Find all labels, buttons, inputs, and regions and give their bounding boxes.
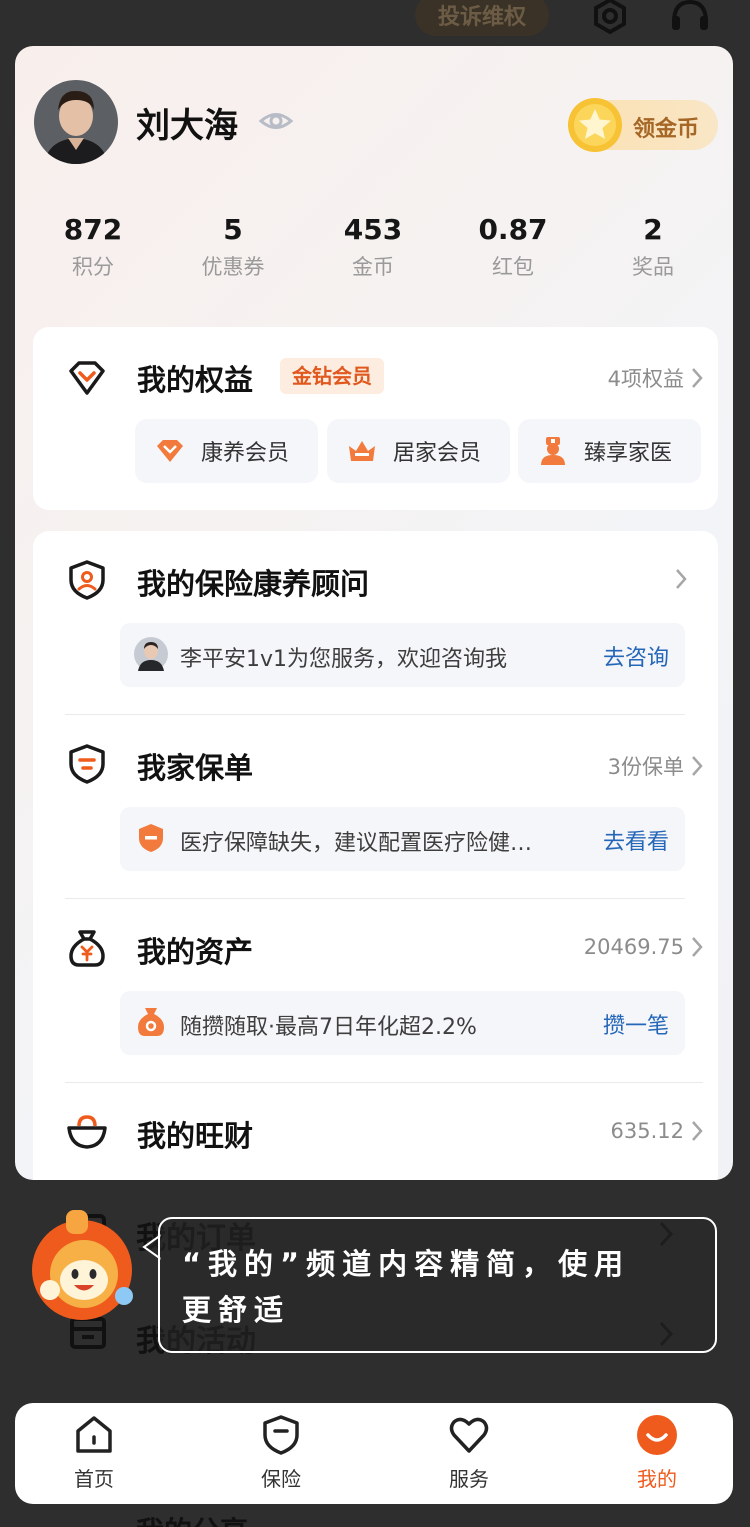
gold-ingot-icon (67, 1115, 107, 1149)
tab-insurance[interactable]: 保险 (221, 1413, 341, 1492)
stat-label: 奖品 (632, 255, 674, 279)
chevron-right-icon (692, 756, 703, 776)
stat-coupons[interactable]: 5 优惠券 (163, 211, 303, 281)
benefit-home[interactable]: 居家会员 (327, 419, 510, 483)
wangcai-amount: 635.12 (610, 1119, 684, 1143)
assets-message: 随攒随取·最高7日年化超2.2% (180, 1015, 477, 1040)
assets-amount-link[interactable]: 20469.75 (584, 935, 704, 959)
my-share-label: 我的分享 (60, 1510, 248, 1527)
user-name: 刘大海 (136, 106, 238, 146)
money-bag-icon (69, 930, 105, 967)
stat-label: 积分 (72, 255, 114, 279)
heart-icon (449, 1417, 489, 1453)
profile-smile-icon (637, 1415, 677, 1455)
benefit-family-doctor[interactable]: 臻享家医 (518, 419, 701, 483)
my-share-text: 我的分享 (136, 1515, 248, 1527)
mascot-icon (32, 1210, 133, 1320)
chevron-right-icon (676, 569, 687, 589)
stat-value: 453 (343, 213, 403, 246)
top-header: 投诉维权 (0, 0, 750, 46)
assets-title: 我的资产 (137, 935, 254, 969)
settings-icon[interactable] (588, 0, 632, 40)
customer-service-icon[interactable] (668, 0, 712, 40)
stat-value: 872 (63, 213, 123, 246)
avatar[interactable] (34, 80, 118, 164)
advisor-avatar (134, 637, 168, 671)
stat-label: 红包 (492, 255, 534, 279)
policy-shield-icon (69, 744, 105, 784)
stat-coins[interactable]: 453 金币 (303, 211, 443, 281)
policy-count: 3份保单 (607, 755, 684, 779)
shield-icon (263, 1415, 299, 1455)
tab-home[interactable]: 首页 (34, 1413, 154, 1492)
profile-card: 刘大海 领金币 872 积分 5 优惠券 453 金币 0.87 红包 2 奖品… (15, 46, 733, 1180)
policy-count-link[interactable]: 3份保单 (608, 751, 704, 781)
save-money-link[interactable]: 攒一笔 (603, 1008, 669, 1040)
wangcai-amount-link[interactable]: 635.12 (611, 1119, 704, 1143)
tooltip-line-1: “我的”频道内容精简，使用 (182, 1247, 631, 1281)
advisor-message-bar[interactable]: 李平安1v1为您服务，欢迎咨询我 去咨询 (120, 623, 685, 687)
benefit-label: 居家会员 (393, 441, 482, 466)
benefit-label: 康养会员 (201, 441, 290, 466)
eye-icon[interactable] (259, 104, 293, 138)
profile-header: 刘大海 领金币 (15, 46, 733, 206)
divider (65, 1082, 703, 1083)
tab-label: 我的 (637, 1467, 677, 1491)
star-coin-icon (568, 98, 622, 152)
benefit-label: 臻享家医 (584, 441, 673, 466)
chevron-right-icon (692, 937, 703, 957)
policy-message: 医疗保障缺失，建议配置医疗险健… (180, 831, 533, 856)
chevron-right-icon (692, 1121, 703, 1141)
tab-mine[interactable]: 我的 (597, 1413, 717, 1492)
claim-coins-button[interactable]: 领金币 (568, 98, 718, 152)
rights-count-link[interactable]: 4项权益 (608, 363, 704, 393)
stat-label: 金币 (352, 255, 394, 279)
advisor-title: 我的保险康养顾问 (137, 567, 370, 601)
view-policy-link[interactable]: 去看看 (603, 824, 669, 856)
advisor-shield-icon (69, 560, 105, 600)
rights-title: 我的权益 (137, 363, 254, 397)
tab-label: 首页 (74, 1467, 114, 1491)
bottom-tab-bar: 首页 保险 服务 我的 (15, 1403, 733, 1504)
assets-message-bar[interactable]: 随攒随取·最高7日年化超2.2% 攒一笔 (120, 991, 685, 1055)
claim-coins-label: 领金币 (633, 117, 700, 142)
divider (65, 714, 685, 715)
tab-label: 保险 (261, 1467, 301, 1491)
chevron-right-icon (692, 368, 703, 388)
benefit-wellness[interactable]: 康养会员 (135, 419, 318, 483)
complaint-button[interactable]: 投诉维权 (415, 0, 549, 36)
warning-shield-icon (139, 824, 163, 852)
home-icon (76, 1416, 112, 1453)
crown-icon (349, 441, 375, 461)
stats-row: 872 积分 5 优惠券 453 金币 0.87 红包 2 奖品 (15, 211, 733, 291)
consult-link[interactable]: 去咨询 (603, 640, 669, 672)
assets-amount: 20469.75 (583, 935, 684, 959)
diamond-icon (157, 440, 183, 462)
stat-value: 0.87 (478, 213, 548, 246)
stat-label: 优惠券 (201, 255, 265, 279)
tooltip-line-2: 更舒适 (182, 1293, 291, 1327)
services-card: 我的保险康养顾问 李平安1v1为您服务，欢迎咨询我 去咨询 我家保单 3份保单 … (33, 531, 718, 1180)
divider (65, 898, 685, 899)
doctor-icon (541, 437, 565, 465)
stat-prizes[interactable]: 2 奖品 (583, 211, 723, 281)
stat-points[interactable]: 872 积分 (23, 211, 163, 281)
tooltip-bubble[interactable]: “我的”频道内容精简，使用 更舒适 (158, 1217, 717, 1353)
wangcai-title: 我的旺财 (137, 1119, 254, 1153)
stat-value: 2 (643, 213, 663, 246)
tab-label: 服务 (449, 1467, 489, 1491)
gold-member-badge: 金钻会员 (280, 358, 384, 394)
policy-title: 我家保单 (137, 751, 254, 785)
stat-red-packets[interactable]: 0.87 红包 (443, 211, 583, 281)
advisor-message: 李平安1v1为您服务，欢迎咨询我 (180, 647, 508, 672)
savings-bag-icon (138, 1008, 164, 1036)
tab-services[interactable]: 服务 (409, 1413, 529, 1492)
stat-value: 5 (223, 213, 243, 246)
diamond-icon (69, 361, 105, 395)
policy-message-bar[interactable]: 医疗保障缺失，建议配置医疗险健… 去看看 (120, 807, 685, 871)
rights-count: 4项权益 (607, 367, 684, 391)
rights-card[interactable]: 我的权益 金钻会员 4项权益 康养会员 居家会员 臻享家医 (33, 327, 718, 510)
